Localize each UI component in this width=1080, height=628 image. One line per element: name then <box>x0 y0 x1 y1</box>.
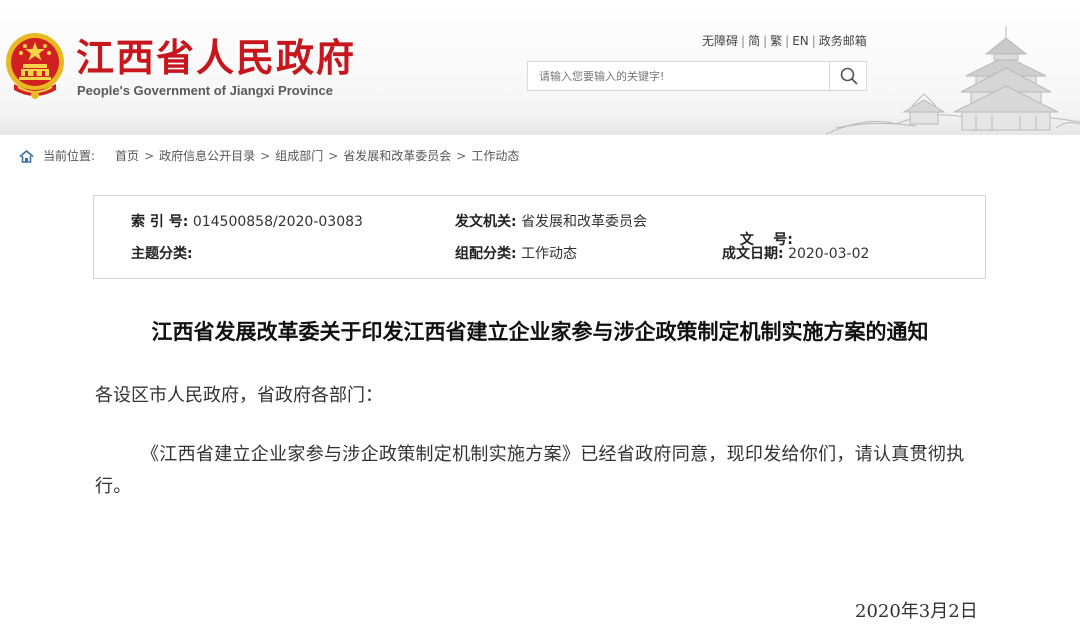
meta-date-label: 成文日期: <box>722 246 784 262</box>
link-separator: | <box>811 34 816 48</box>
document-date: 2020年3月2日 <box>855 601 978 622</box>
breadcrumb-separator: > <box>328 149 339 163</box>
site-title[interactable]: 江西省人民政府 <box>76 36 356 80</box>
tengwang-pavilion-illustration <box>826 26 1080 135</box>
document-metadata-box: 索 引 号: 014500858/2020-03083 发文机关: 省发展和改革… <box>93 195 986 279</box>
breadcrumb-ndrc[interactable]: 省发展和改革委员会 <box>343 148 451 164</box>
document-title: 江西省发展改革委关于印发江西省建立企业家参与涉企政策制定机制实施方案的通知 <box>151 320 929 344</box>
breadcrumb-departments[interactable]: 组成部门 <box>275 148 323 164</box>
national-emblem-icon <box>6 33 64 99</box>
meta-index-value: 014500858/2020-03083 <box>192 214 363 230</box>
search-box <box>527 61 867 91</box>
breadcrumb: 当前位置: 首页 > 政府信息公开目录 > 组成部门 > 省发展和改革委员会 >… <box>19 148 519 164</box>
document-salutation: 各设区市人民政府，省政府各部门： <box>95 385 383 406</box>
breadcrumb-separator: > <box>144 149 155 163</box>
location-home-icon <box>19 149 34 163</box>
search-input[interactable] <box>528 62 828 90</box>
meta-group: 组配分类: 工作动态 <box>455 245 577 263</box>
meta-topic: 主题分类: <box>131 245 193 263</box>
accessibility-link[interactable]: 无障碍 <box>702 34 738 48</box>
breadcrumb-separator: > <box>260 149 271 163</box>
traditional-chinese-link[interactable]: 繁 <box>770 34 782 48</box>
breadcrumb-work-news[interactable]: 工作动态 <box>471 148 519 164</box>
english-link[interactable]: EN <box>792 34 809 48</box>
meta-issuer: 发文机关: 省发展和改革委员会 <box>455 213 647 231</box>
meta-topic-label: 主题分类: <box>131 246 193 262</box>
meta-date: 成文日期: 2020-03-02 <box>722 245 869 263</box>
meta-group-value: 工作动态 <box>521 246 578 262</box>
site-header: 江西省人民政府 People's Government of Jiangxi P… <box>0 0 1080 135</box>
breadcrumb-separator: > <box>456 149 467 163</box>
link-separator: | <box>785 34 790 48</box>
breadcrumb-label: 当前位置: <box>43 149 96 163</box>
breadcrumb-home[interactable]: 首页 <box>115 148 139 164</box>
meta-issuer-value: 省发展和改革委员会 <box>521 214 648 230</box>
breadcrumb-info-catalog[interactable]: 政府信息公开目录 <box>159 148 255 164</box>
document-body-paragraph: 《江西省建立企业家参与涉企政策制定机制实施方案》已经省政府同意，现印发给你们，请… <box>95 444 965 497</box>
meta-date-value: 2020-03-02 <box>788 246 870 262</box>
meta-issuer-label: 发文机关: <box>455 214 517 230</box>
meta-index-label: 索 引 号: <box>131 214 189 230</box>
simplified-chinese-link[interactable]: 简 <box>748 34 760 48</box>
site-subtitle: People's Government of Jiangxi Province <box>77 83 333 98</box>
meta-group-label: 组配分类: <box>455 246 517 262</box>
meta-index-number: 索 引 号: 014500858/2020-03083 <box>131 213 363 231</box>
link-separator: | <box>763 34 768 48</box>
link-separator: | <box>741 34 746 48</box>
